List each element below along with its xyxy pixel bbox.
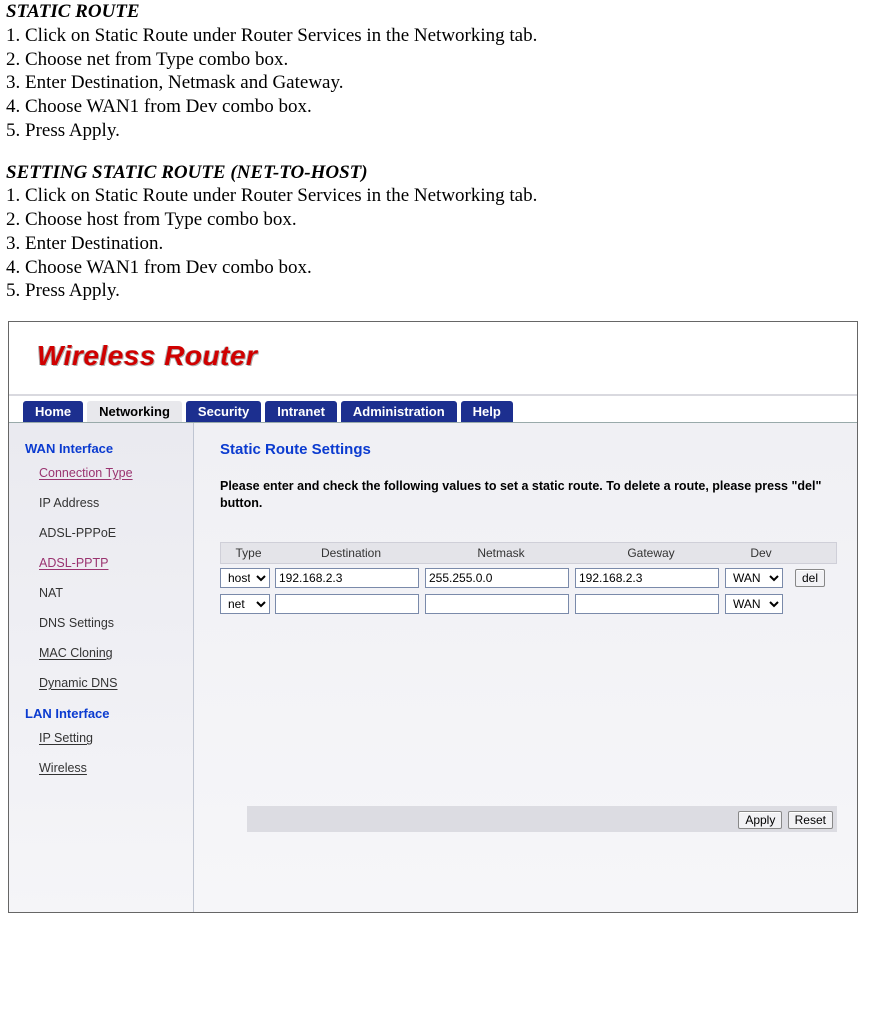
sidebar-item-wireless[interactable]: Wireless [39,761,183,775]
apply-button[interactable]: Apply [738,811,782,829]
static-route-table: Type Destination Netmask Gateway Dev hos… [220,542,837,616]
sidebar: WAN Interface Connection Type IP Address… [9,423,194,912]
gateway-input[interactable] [575,594,719,614]
sidebar-section-lan: LAN Interface [25,706,183,721]
del-button[interactable]: del [795,569,825,587]
type-select[interactable]: host [220,568,270,588]
step: 2. Choose net from Type combo box. [6,48,868,72]
destination-input[interactable] [275,594,419,614]
main-tabs: Home Networking Security Intranet Admini… [9,396,857,422]
content-pane: Static Route Settings Please enter and c… [194,423,857,912]
step: 4. Choose WAN1 from Dev combo box. [6,256,868,280]
type-select[interactable]: net [220,594,270,614]
steps-net-to-host: 1. Click on Static Route under Router Se… [6,184,868,303]
sidebar-item-ip-address[interactable]: IP Address [39,496,183,510]
sidebar-item-dynamic-dns[interactable]: Dynamic DNS [39,676,183,690]
heading-net-to-host: SETTING STATIC ROUTE (NET-TO-HOST) [6,161,868,185]
tab-help[interactable]: Help [461,401,513,422]
tab-networking[interactable]: Networking [87,401,182,422]
heading-static-route: STATIC ROUTE [6,0,868,24]
step: 3. Enter Destination. [6,232,868,256]
gateway-input[interactable] [575,568,719,588]
button-bar: Apply Reset [247,806,837,832]
table-row: host WAN del [220,564,837,590]
sidebar-section-wan: WAN Interface [25,441,183,456]
router-admin-window: Wireless Router Home Networking Security… [8,321,858,913]
destination-input[interactable] [275,568,419,588]
steps-static-route: 1. Click on Static Route under Router Se… [6,24,868,143]
col-header-destination: Destination [276,543,426,563]
netmask-input[interactable] [425,594,569,614]
step: 4. Choose WAN1 from Dev combo box. [6,95,868,119]
tab-intranet[interactable]: Intranet [265,401,337,422]
sidebar-item-adsl-pptp[interactable]: ADSL-PPTP [39,556,183,570]
step: 5. Press Apply. [6,119,868,143]
reset-button[interactable]: Reset [788,811,833,829]
step: 1. Click on Static Route under Router Se… [6,184,868,208]
table-row: net WAN [220,590,837,616]
app-header: Wireless Router [9,322,857,396]
step: 5. Press Apply. [6,279,868,303]
sidebar-item-ip-setting[interactable]: IP Setting [39,731,183,745]
dev-select[interactable]: WAN [725,594,783,614]
sidebar-item-dns-settings[interactable]: DNS Settings [39,616,183,630]
page-title: Static Route Settings [220,441,837,458]
brand-logo: Wireless Router [37,340,257,372]
col-header-netmask: Netmask [426,543,576,563]
dev-select[interactable]: WAN [725,568,783,588]
col-header-type: Type [221,543,276,563]
step: 3. Enter Destination, Netmask and Gatewa… [6,71,868,95]
netmask-input[interactable] [425,568,569,588]
page-description: Please enter and check the following val… [220,478,837,512]
sidebar-item-connection-type[interactable]: Connection Type [39,466,183,480]
step: 2. Choose host from Type combo box. [6,208,868,232]
col-header-dev: Dev [726,543,796,563]
tab-administration[interactable]: Administration [341,401,457,422]
sidebar-item-mac-cloning[interactable]: MAC Cloning [39,646,183,660]
sidebar-item-nat[interactable]: NAT [39,586,183,600]
table-header: Type Destination Netmask Gateway Dev [220,542,837,564]
tab-home[interactable]: Home [23,401,83,422]
step: 1. Click on Static Route under Router Se… [6,24,868,48]
col-header-action [796,543,828,563]
col-header-gateway: Gateway [576,543,726,563]
sidebar-item-adsl-pppoe[interactable]: ADSL-PPPoE [39,526,183,540]
tab-security[interactable]: Security [186,401,261,422]
